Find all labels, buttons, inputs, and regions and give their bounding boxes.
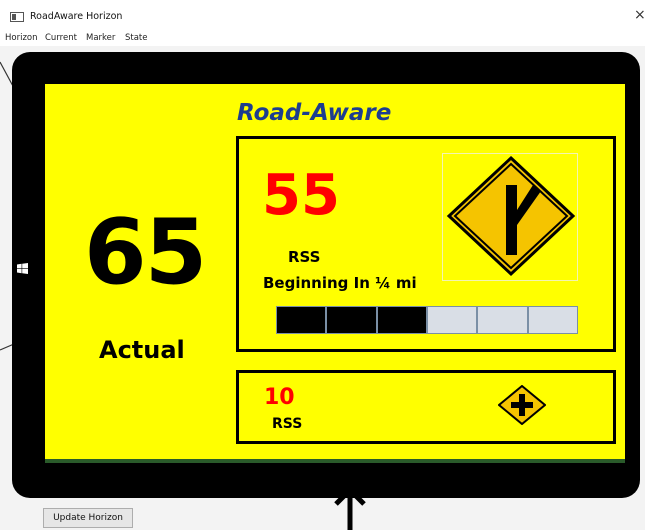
actual-label: Actual xyxy=(99,336,185,364)
distance-progress-bar xyxy=(276,306,578,334)
progress-segment xyxy=(477,306,528,334)
distance-label: Beginning In ¼ mi xyxy=(263,274,417,292)
rss-label: RSS xyxy=(288,248,321,266)
progress-segment xyxy=(276,306,327,334)
close-icon[interactable]: × xyxy=(634,8,645,22)
up-arrow-icon xyxy=(334,486,366,530)
side-road-warning-sign-icon xyxy=(446,155,576,277)
menu-item-marker[interactable]: Marker xyxy=(86,33,115,43)
progress-segment xyxy=(376,306,427,334)
menu-item-state[interactable]: State xyxy=(125,33,148,43)
crossroad-warning-sign-icon xyxy=(498,385,546,425)
menu-item-horizon[interactable]: Horizon xyxy=(5,33,38,43)
next-rss-label: RSS xyxy=(272,416,303,432)
rss-speed: 55 xyxy=(262,163,340,228)
menu-item-current[interactable]: Current xyxy=(45,33,77,43)
app-name: Road-Aware xyxy=(237,100,392,126)
update-horizon-button[interactable]: Update Horizon xyxy=(43,508,133,528)
screen-bottom-edge xyxy=(45,459,625,463)
progress-segment xyxy=(427,306,478,334)
window-title: RoadAware Horizon xyxy=(30,11,123,22)
progress-segment xyxy=(527,306,578,334)
actual-speed: 65 xyxy=(84,200,207,305)
app-icon xyxy=(10,12,24,22)
windows-logo-icon[interactable] xyxy=(17,263,28,274)
progress-segment xyxy=(326,306,377,334)
next-rss-speed: 10 xyxy=(264,385,295,410)
